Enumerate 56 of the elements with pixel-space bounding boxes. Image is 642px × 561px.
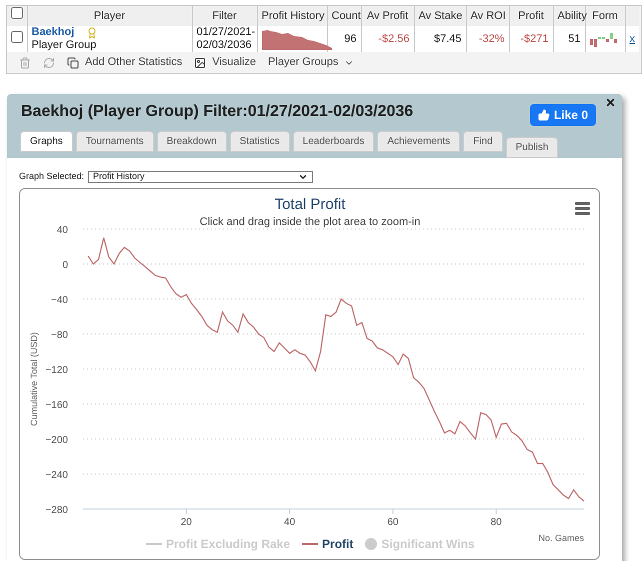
close-icon[interactable] <box>605 97 616 108</box>
tab[interactable]: Tournaments <box>76 131 154 152</box>
tab[interactable]: Leaderboards <box>292 131 374 152</box>
profit-value: -$271 <box>520 32 548 44</box>
profit-sparkline <box>262 28 332 50</box>
y-axis-title: Cumulative Total (USD) <box>29 332 39 426</box>
toolbar-button[interactable]: Visualize <box>194 54 256 71</box>
filter-dates: 01/27/2021-02/03/2036 <box>196 26 256 52</box>
select-all-checkbox[interactable] <box>11 7 23 20</box>
remove-link[interactable]: x <box>630 32 635 44</box>
x-axis-label: 20 <box>180 516 192 528</box>
publish-tab[interactable]: Publish <box>506 137 558 158</box>
player-type: Player Group <box>32 39 98 52</box>
legend-line-icon <box>302 542 318 544</box>
trash-icon <box>19 56 31 68</box>
legend-line-icon <box>146 542 162 544</box>
dialog-title: Baekhoj (Player Group) Filter:01/27/2021-02/03/2036 <box>21 102 414 122</box>
y-axis-label: −40 <box>51 294 68 306</box>
y-axis-label: −80 <box>51 330 68 340</box>
ability-value: 51 <box>568 32 580 44</box>
chart-title: Total Profit <box>274 196 346 212</box>
y-axis-label: 40 <box>56 224 68 236</box>
y-axis-label: −160 <box>45 400 68 410</box>
like-button[interactable]: Like 0 <box>530 104 596 126</box>
thumbs-up-icon <box>538 109 550 121</box>
copy-icon <box>67 56 79 68</box>
refresh-icon <box>43 56 55 68</box>
graph-select-dropdown[interactable]: Profit History <box>88 170 314 183</box>
tab[interactable]: Find <box>463 131 503 152</box>
graph-select-label: Graph Selected: <box>19 170 84 183</box>
y-axis-label: −240 <box>45 470 68 480</box>
y-axis-label: −280 <box>45 504 68 516</box>
x-axis-label: 40 <box>284 516 296 528</box>
y-axis-label: 0 <box>62 260 68 270</box>
medal-icon <box>86 26 98 38</box>
y-axis-label: −200 <box>45 434 68 446</box>
x-axis-title: No. Games <box>538 532 584 542</box>
count-value: 96 <box>344 32 356 44</box>
legend-item[interactable]: Profit <box>302 534 354 552</box>
toolbar-button[interactable]: Player Groups <box>268 54 354 71</box>
tab[interactable]: Breakdown <box>156 131 227 152</box>
menu-icon[interactable] <box>575 202 590 214</box>
toolbar-button[interactable]: Add Other Statistics <box>67 54 182 71</box>
player-link[interactable]: Baekhoj <box>32 26 74 39</box>
av-roi-value: -32% <box>478 32 504 44</box>
x-axis-label: 80 <box>490 516 502 528</box>
image-icon <box>194 56 206 68</box>
tab[interactable]: Achievements <box>377 131 460 152</box>
chart-subtitle: Click and drag inside the plot area to zoom-in <box>200 216 420 228</box>
av-stake-value: $7.45 <box>434 32 462 44</box>
tab[interactable]: Statistics <box>230 131 290 152</box>
row-checkbox[interactable] <box>11 31 23 43</box>
av-profit-value: -$2.56 <box>378 32 410 44</box>
tab[interactable]: Graphs <box>20 131 73 152</box>
y-axis-label: −120 <box>45 364 68 376</box>
x-axis-label: 60 <box>387 516 398 528</box>
